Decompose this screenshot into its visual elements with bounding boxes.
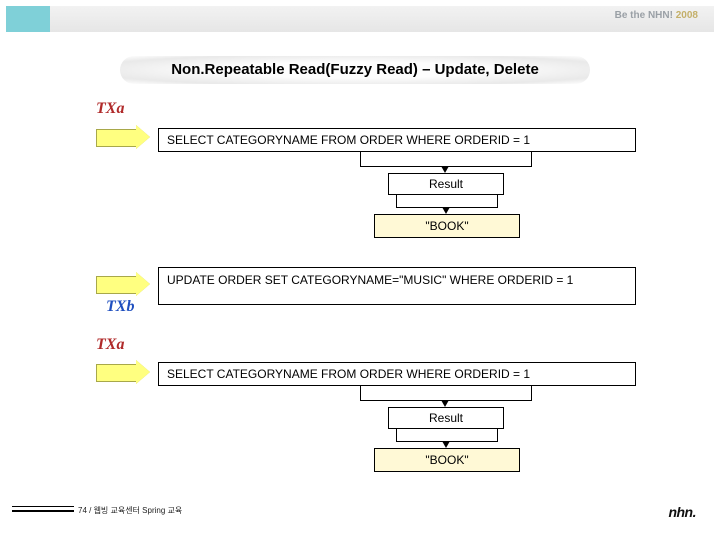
arrow-txb bbox=[96, 272, 152, 296]
result-value-2: "BOOK" bbox=[374, 448, 520, 472]
sql-select-2: SELECT CATEGORYNAME FROM ORDER WHERE ORD… bbox=[158, 362, 636, 386]
header-brand: Be the NHN! 2008 bbox=[615, 10, 698, 21]
arrowhead-1 bbox=[441, 166, 449, 173]
result-value-1: "BOOK" bbox=[374, 214, 520, 238]
arrowhead-2 bbox=[442, 207, 450, 214]
footer-rule-bottom bbox=[12, 510, 74, 512]
sql-update-text: UPDATE ORDER SET CATEGORYNAME="MUSIC" WH… bbox=[167, 273, 573, 287]
result-label-1: Result bbox=[388, 173, 504, 195]
brand-year: 2008 bbox=[676, 10, 698, 21]
result-label-2: Result bbox=[388, 407, 504, 429]
arrow-txa-1 bbox=[96, 125, 152, 149]
header-accent bbox=[6, 6, 50, 32]
txa-label-1: TXa bbox=[96, 100, 124, 118]
footer-caption: 74 / 웹빙 교육센터 Spring 교육 bbox=[78, 505, 182, 516]
arrowhead-3 bbox=[441, 400, 449, 407]
slide: Be the NHN! 2008 Non.Repeatable Read(Fuz… bbox=[0, 0, 720, 540]
sql-select-1: SELECT CATEGORYNAME FROM ORDER WHERE ORD… bbox=[158, 128, 636, 152]
sql-update: UPDATE ORDER SET CATEGORYNAME="MUSIC" WH… bbox=[158, 267, 636, 305]
connector-3 bbox=[360, 386, 532, 401]
txb-label: TXb bbox=[106, 298, 134, 316]
footer-logo: nhn. bbox=[668, 504, 696, 520]
arrow-txa-2 bbox=[96, 360, 152, 384]
header-band bbox=[6, 6, 714, 32]
txa-label-2: TXa bbox=[96, 336, 124, 354]
footer-rule-top bbox=[12, 506, 74, 507]
arrowhead-4 bbox=[442, 441, 450, 448]
title-text: Non.Repeatable Read(Fuzzy Read) – Update… bbox=[120, 56, 590, 84]
slide-title: Non.Repeatable Read(Fuzzy Read) – Update… bbox=[120, 56, 590, 84]
brand-prefix: Be the NHN! bbox=[615, 10, 676, 21]
connector-1 bbox=[360, 152, 532, 167]
